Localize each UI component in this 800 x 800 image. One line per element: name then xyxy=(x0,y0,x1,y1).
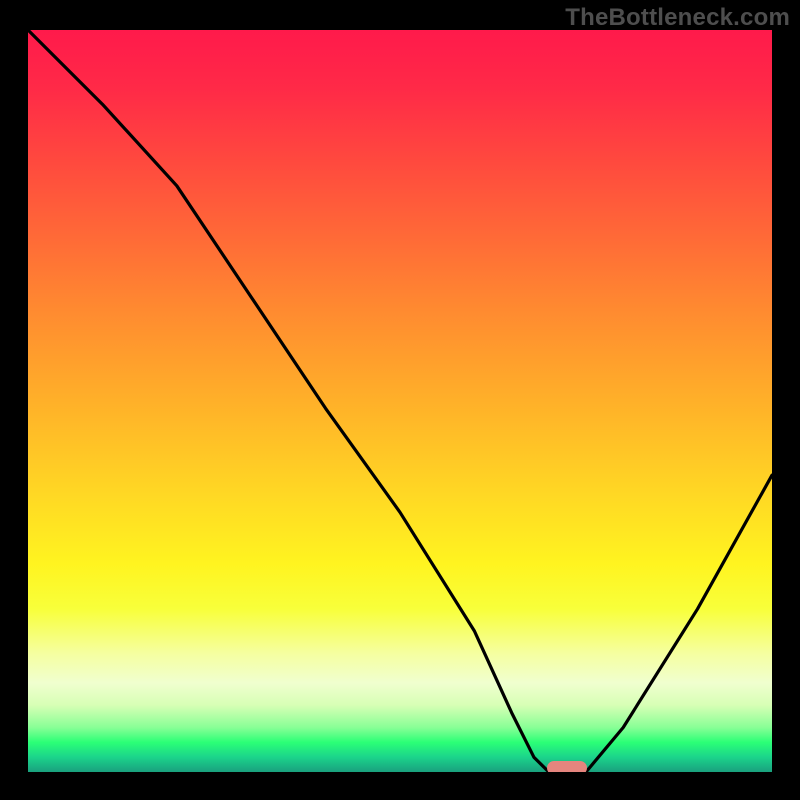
optimal-marker xyxy=(547,761,587,772)
chart-frame: TheBottleneck.com xyxy=(0,0,800,800)
curve-layer xyxy=(28,30,772,772)
watermark-text: TheBottleneck.com xyxy=(565,4,790,32)
plot-area xyxy=(28,30,772,772)
bottleneck-curve xyxy=(28,30,772,772)
